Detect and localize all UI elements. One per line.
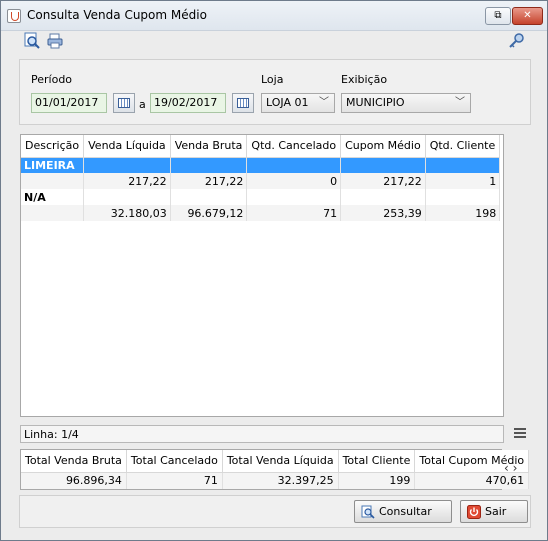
exibicao-label: Exibição [341,73,388,86]
chevron-right-icon[interactable]: › [513,461,518,475]
date-from-field[interactable]: 01/01/2017 [31,93,107,113]
totals-header-cancelado: Total Cancelado [126,450,223,473]
totals-scroll-arrows[interactable]: ‹ › [504,461,517,475]
column-header-qtd-cancelado[interactable]: Qtd. Cancelado [246,135,342,158]
cell-descricao [21,205,85,221]
magnifier-document-icon[interactable] [23,32,41,50]
results-table: Descrição Venda Líquida Venda Bruta Qtd.… [21,135,501,221]
row-status-bar: Linha: 1/4 [20,425,504,443]
magnifier-icon [361,505,375,519]
window-title: Consulta Venda Cupom Médio [27,8,207,22]
column-header-venda-bruta[interactable]: Venda Bruta [170,135,248,158]
periodo-label: Período [31,73,73,86]
results-grid[interactable]: Descrição Venda Líquida Venda Bruta Qtd.… [20,134,504,417]
totals-grid: Total Venda Bruta Total Cancelado Total … [20,449,530,490]
total-venda-liquida: 32.397,25 [222,472,339,489]
group-row[interactable]: N/A [21,189,501,205]
total-cancelado: 71 [126,472,223,489]
hamburger-menu-icon[interactable] [514,428,526,440]
button-panel: Consultar Sair [19,495,531,528]
total-cliente: 199 [338,472,416,489]
column-header-descricao[interactable]: Descrição [21,135,85,158]
cell-venda-liquida: 217,22 [83,173,171,189]
power-icon [467,505,481,519]
key-icon[interactable] [508,32,526,50]
table-row[interactable]: 217,22 217,22 0 217,22 1 [21,173,501,189]
table-row[interactable]: 32.180,03 96.679,12 71 253,39 198 [21,205,501,221]
loja-label: Loja [261,73,284,86]
date-separator: a [139,98,146,111]
totals-header-venda-liquida: Total Venda Líquida [222,450,339,473]
exibicao-select[interactable]: MUNICIPIO ﹀ [341,93,471,113]
close-button[interactable]: ✕ [512,7,543,25]
totals-header-cliente: Total Cliente [338,450,416,473]
sair-label: Sair [485,505,507,518]
column-header-cupom-medio[interactable]: Cupom Médio [340,135,426,158]
group-row-selected[interactable]: LIMEIRA [21,157,501,173]
cell-qtd-cancelado: 71 [246,205,342,221]
filter-panel: Período 01/01/2017 a 19/02/2017 Loja LOJ… [19,59,531,125]
loja-select[interactable]: LOJA 01 ﹀ [261,93,335,113]
cell-descricao [21,173,85,189]
java-app-icon [7,9,21,23]
totals-header-venda-bruta: Total Venda Bruta [21,450,127,473]
cell-qtd-cliente: 1 [425,173,501,189]
consultar-button[interactable]: Consultar [354,500,452,523]
cell-venda-bruta: 217,22 [170,173,248,189]
cell-qtd-cancelado: 0 [246,173,342,189]
cell-cupom-medio: 253,39 [340,205,426,221]
cell-cupom-medio: 217,22 [340,173,426,189]
cell-venda-bruta: 96.679,12 [170,205,248,221]
restore-button[interactable]: ⧉ [485,7,511,25]
column-header-qtd-cliente[interactable]: Qtd. Cliente [425,135,501,158]
date-from-calendar-button[interactable] [113,93,135,113]
chevron-left-icon[interactable]: ‹ [504,461,509,475]
date-to-calendar-button[interactable] [232,93,254,113]
date-to-field[interactable]: 19/02/2017 [150,93,226,113]
cell-qtd-cliente: 198 [425,205,501,221]
chevron-down-icon: ﹀ [455,97,465,108]
sair-button[interactable]: Sair [460,500,528,523]
total-venda-bruta: 96.896,34 [21,472,127,489]
calendar-icon [237,98,249,108]
column-header-venda-liquida[interactable]: Venda Líquida [83,135,171,158]
group-name: LIMEIRA [21,157,85,173]
printer-icon[interactable] [46,32,64,50]
chevron-down-icon: ﹀ [319,97,329,108]
totals-table: Total Venda Bruta Total Cancelado Total … [21,450,530,489]
app-window: Consulta Venda Cupom Médio ⧉ ✕ Período 0… [0,0,548,541]
cell-venda-liquida: 32.180,03 [83,205,171,221]
loja-value: LOJA 01 [266,96,309,109]
exibicao-value: MUNICIPIO [346,96,405,109]
group-name: N/A [21,189,85,205]
calendar-icon [118,98,130,108]
totals-row: 96.896,34 71 32.397,25 199 470,61 [21,472,530,489]
title-bar: Consulta Venda Cupom Médio ⧉ ✕ [1,1,547,31]
consultar-label: Consultar [379,505,432,518]
